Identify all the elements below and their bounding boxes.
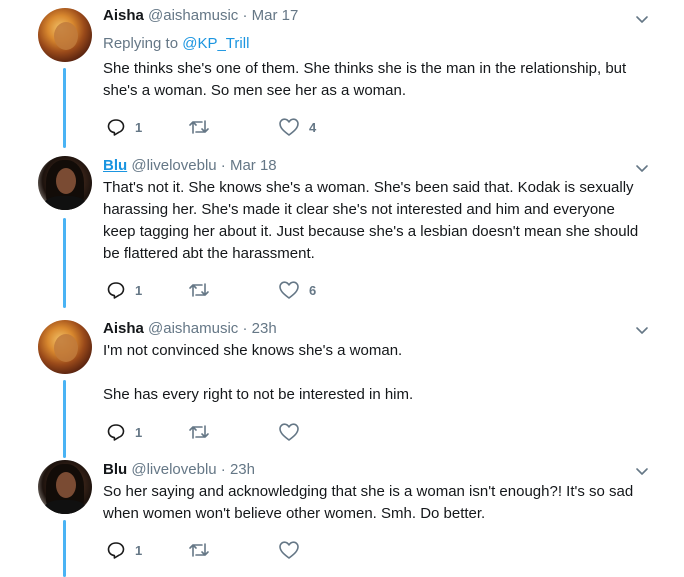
like-button[interactable] — [278, 540, 309, 560]
author-handle[interactable]: @aishamusic — [148, 320, 238, 337]
reply-count: 1 — [135, 424, 143, 440]
author-name[interactable]: Blu — [103, 157, 127, 174]
timestamp[interactable]: Mar 18 — [230, 157, 277, 174]
thread-line — [63, 520, 66, 577]
author-handle[interactable]: @liveloveblu — [131, 157, 216, 174]
avatar[interactable] — [38, 460, 92, 514]
tweet-text: That's not it. She knows she's a woman. … — [103, 177, 643, 265]
heart-icon — [279, 281, 299, 299]
retweet-icon — [189, 543, 209, 557]
like-button[interactable]: 6 — [278, 280, 316, 300]
retweet-icon — [189, 120, 209, 134]
author-name[interactable]: Blu — [103, 461, 127, 478]
like-count: 6 — [309, 282, 317, 298]
reply-count: 1 — [135, 542, 143, 558]
timestamp[interactable]: Mar 17 — [252, 7, 299, 24]
replying-handle-link[interactable]: @KP_Trill — [182, 35, 249, 52]
tweet-text-line: I'm not convinced she knows she's a woma… — [103, 342, 403, 359]
avatar[interactable] — [38, 156, 92, 210]
like-button[interactable]: 4 — [278, 117, 316, 137]
thread-line — [63, 380, 66, 458]
tweet-text-line: She thinks she's one of them. She thinks… — [103, 60, 627, 99]
tweet-header: Aisha @aishamusic · Mar 17 — [103, 7, 298, 25]
separator: · — [242, 320, 248, 337]
reply-count: 1 — [135, 119, 143, 135]
replying-prefix: Replying to — [103, 35, 183, 52]
reply-icon — [107, 424, 125, 441]
thread-line — [63, 218, 66, 308]
author-name[interactable]: Aisha — [103, 7, 144, 24]
timestamp[interactable]: 23h — [230, 461, 255, 478]
separator: · — [220, 461, 226, 478]
like-count: 4 — [309, 119, 317, 135]
retweet-button[interactable] — [188, 540, 210, 560]
reply-button[interactable]: 1 — [106, 540, 142, 560]
avatar[interactable] — [38, 320, 92, 374]
avatar[interactable] — [38, 8, 92, 62]
retweet-icon — [189, 283, 209, 297]
separator: · — [220, 157, 226, 174]
reply-button[interactable]: 1 — [106, 117, 142, 137]
chevron-down-icon[interactable] — [634, 463, 650, 479]
author-handle[interactable]: @liveloveblu — [131, 461, 216, 478]
reply-icon — [107, 542, 125, 559]
reply-icon — [107, 282, 125, 299]
separator: · — [242, 7, 248, 24]
heart-icon — [279, 541, 299, 559]
reply-button[interactable]: 1 — [106, 422, 142, 442]
timestamp[interactable]: 23h — [252, 320, 277, 337]
retweet-button[interactable] — [188, 117, 210, 137]
reply-button[interactable]: 1 — [106, 280, 142, 300]
tweet-header: Blu @liveloveblu · Mar 18 — [103, 157, 277, 175]
retweet-icon — [189, 425, 209, 439]
retweet-button[interactable] — [188, 280, 210, 300]
tweet-text-line: So her saying and acknowledging that she… — [103, 483, 634, 522]
thread-line — [63, 68, 66, 148]
replying-to: Replying to @KP_Trill — [103, 35, 249, 53]
heart-icon — [279, 423, 299, 441]
retweet-button[interactable] — [188, 422, 210, 442]
author-handle[interactable]: @aishamusic — [148, 7, 238, 24]
chevron-down-icon[interactable] — [634, 322, 650, 338]
like-button[interactable] — [278, 422, 309, 442]
heart-icon — [279, 118, 299, 136]
reply-icon — [107, 119, 125, 136]
reply-count: 1 — [135, 282, 143, 298]
tweet-text-line: That's not it. She knows she's a woman. … — [103, 179, 639, 262]
chevron-down-icon[interactable] — [634, 160, 650, 176]
author-name[interactable]: Aisha — [103, 320, 144, 337]
tweet-header: Aisha @aishamusic · 23h — [103, 320, 277, 338]
tweet-header: Blu @liveloveblu · 23h — [103, 461, 255, 479]
chevron-down-icon[interactable] — [634, 11, 650, 27]
tweet-text: So her saying and acknowledging that she… — [103, 481, 643, 525]
tweet-text: I'm not convinced she knows she's a woma… — [103, 340, 643, 406]
tweet-text-line: She has every right to not be interested… — [103, 386, 414, 403]
tweet-text: She thinks she's one of them. She thinks… — [103, 58, 643, 102]
